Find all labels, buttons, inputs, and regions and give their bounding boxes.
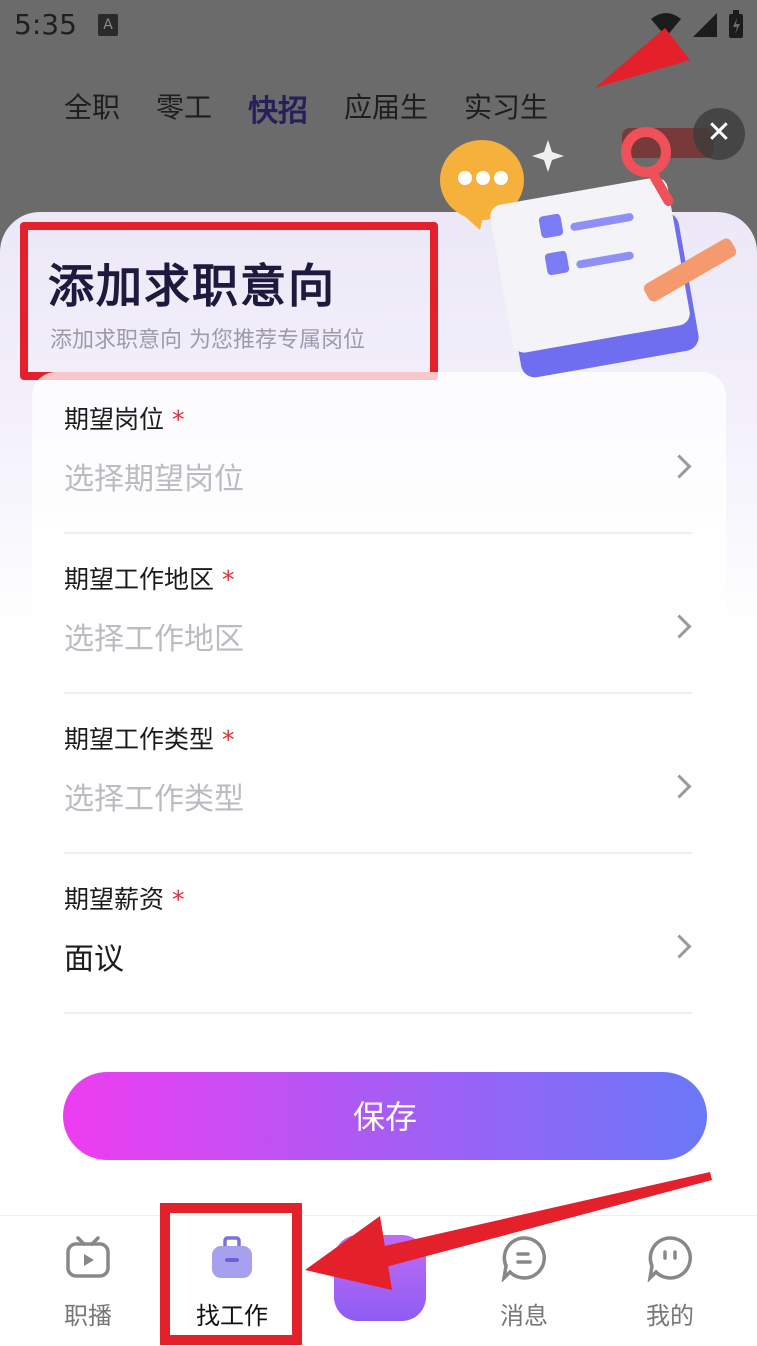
signal-icon — [693, 13, 717, 37]
required-mark: * — [172, 405, 185, 434]
field-position-label-text: 期望岗位 — [64, 405, 165, 434]
nav-item-live[interactable]: 职播 — [28, 1216, 148, 1346]
field-salary-value: 面议 — [64, 942, 124, 977]
nav-label-live: 职播 — [64, 1302, 112, 1330]
notification-a-icon: A — [98, 14, 118, 36]
status-icons — [649, 10, 745, 40]
status-bar: 5:35 A — [0, 0, 757, 52]
field-salary-label: 期望薪资 * — [64, 880, 185, 916]
field-region[interactable]: 期望工作地区 * 选择工作地区 — [64, 532, 692, 694]
nav-label-profile: 我的 — [646, 1302, 694, 1330]
tv-icon — [66, 1236, 110, 1278]
intention-form: 期望岗位 * 选择期望岗位 期望工作地区 * 选择工作地区 期望工作类型 * 选择工作… — [32, 372, 726, 1032]
nav-label-messages: 消息 — [500, 1302, 548, 1330]
resume-illustration — [440, 127, 737, 378]
chevron-right-icon — [667, 614, 692, 639]
field-region-value: 选择工作地区 — [64, 622, 244, 657]
chevron-right-icon — [667, 934, 692, 959]
field-job-type-label: 期望工作类型 * — [64, 720, 235, 756]
chevron-right-icon — [667, 454, 692, 479]
publish-icon — [370, 1261, 390, 1265]
find-job-annotation-box — [160, 1203, 302, 1345]
field-region-label: 期望工作地区 * — [64, 560, 235, 596]
field-position-label: 期望岗位 * — [64, 400, 185, 436]
required-mark: * — [222, 725, 235, 754]
required-mark: * — [172, 885, 185, 914]
tab-gig[interactable]: 零工 — [156, 86, 212, 130]
message-icon — [501, 1236, 547, 1282]
wifi-icon — [651, 13, 681, 37]
field-position-value: 选择期望岗位 — [64, 462, 244, 497]
tab-graduate[interactable]: 应届生 — [344, 86, 428, 130]
status-time: 5:35 — [14, 8, 77, 41]
save-button[interactable]: 保存 — [63, 1072, 707, 1160]
field-job-type-value: 选择工作类型 — [64, 782, 244, 817]
field-job-type-label-text: 期望工作类型 — [64, 725, 215, 754]
tab-fulltime[interactable]: 全职 — [64, 86, 120, 130]
battery-icon — [729, 10, 743, 38]
field-job-type[interactable]: 期望工作类型 * 选择工作类型 — [64, 692, 692, 854]
chevron-right-icon — [667, 774, 692, 799]
publish-button[interactable] — [334, 1235, 426, 1321]
profile-icon — [647, 1236, 693, 1282]
tab-quick-hire[interactable]: 快招 — [248, 86, 308, 130]
field-region-label-text: 期望工作地区 — [64, 565, 215, 594]
nav-item-profile[interactable]: 我的 — [610, 1216, 730, 1346]
required-mark: * — [222, 565, 235, 594]
title-annotation-box — [20, 222, 438, 380]
nav-item-messages[interactable]: 消息 — [464, 1216, 584, 1346]
field-salary-label-text: 期望薪资 — [64, 885, 165, 914]
field-salary[interactable]: 期望薪资 * 面议 — [64, 852, 692, 1014]
